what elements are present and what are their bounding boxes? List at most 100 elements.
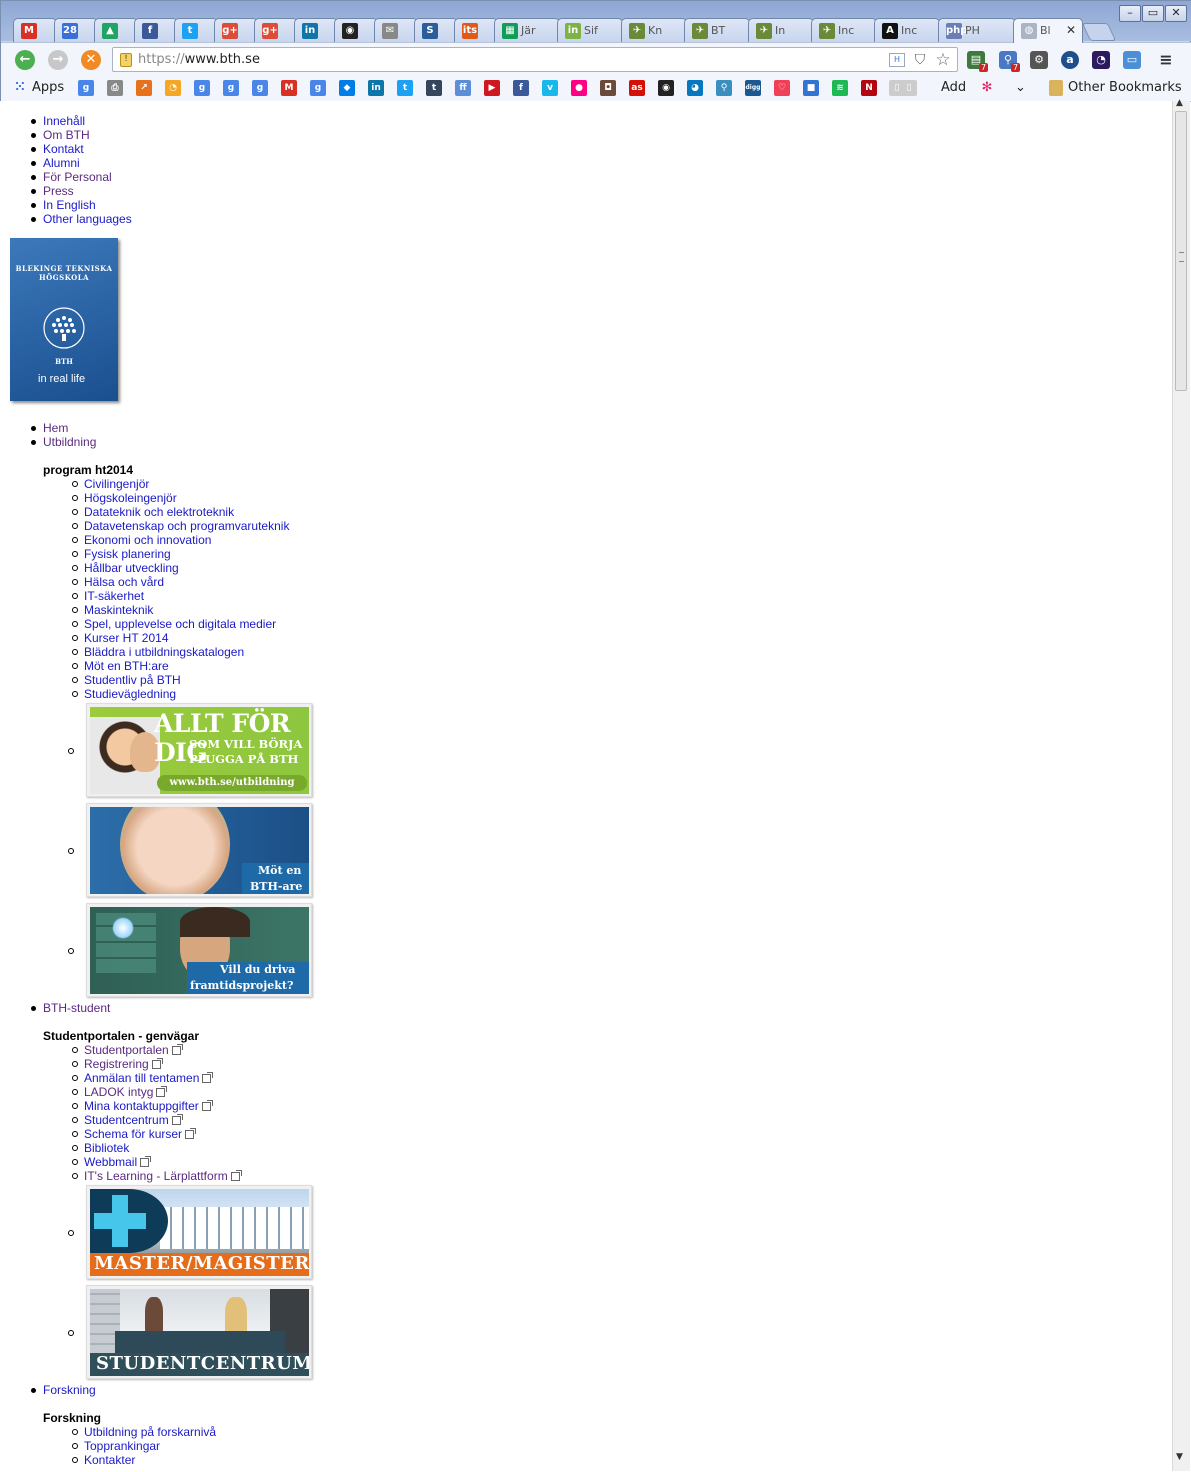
instagram-icon[interactable]: ◘ — [600, 80, 616, 96]
forward-button[interactable]: → — [48, 50, 68, 70]
nav-link-hem[interactable]: Hem — [43, 421, 68, 435]
google-icon[interactable]: g — [223, 80, 239, 96]
program-link[interactable]: Bläddra i utbildningskatalogen — [84, 645, 244, 659]
github-icon[interactable]: ◉ — [658, 80, 674, 96]
top-nav-link[interactable]: Kontakt — [43, 142, 84, 156]
slack-icon[interactable]: ✻ — [979, 80, 995, 96]
student-shortcut-link[interactable]: LADOK intyg — [84, 1085, 153, 1099]
banner-allt-for-dig[interactable]: ALLT FÖR DIG SOM VILL BÖRJA PLUGGA PÅ BT… — [86, 703, 312, 797]
flickr-icon[interactable]: ● — [571, 80, 587, 96]
student-shortcut-link[interactable]: Schema för kurser — [84, 1127, 182, 1141]
digg-icon[interactable]: digg — [745, 80, 761, 96]
program-link[interactable]: Fysisk planering — [84, 547, 171, 561]
chart-icon[interactable]: ⚲ — [716, 80, 732, 96]
browser-tab[interactable]: ✈ In — [748, 18, 814, 42]
other-bookmarks[interactable]: Other Bookmarks — [1068, 80, 1182, 95]
close-tab-icon[interactable]: ✕ — [1066, 23, 1076, 37]
banner-framtidsprojekt[interactable]: Vill du driva framtidsprojekt? — [86, 903, 312, 997]
program-link[interactable]: Hållbar utveckling — [84, 561, 179, 575]
program-link[interactable]: Spel, upplevelse och digitala medier — [84, 617, 276, 631]
top-nav-link[interactable]: Press — [43, 184, 74, 198]
bth-logo[interactable]: BLEKINGE TEKNISKA HÖGSKOLA BTH in real l… — [10, 238, 118, 401]
spotify-icon[interactable]: ≋ — [832, 80, 848, 96]
speedometer-icon[interactable]: ◔ — [1092, 51, 1110, 69]
bookmark-add[interactable]: Add — [941, 80, 966, 95]
program-link[interactable]: Kurser HT 2014 — [84, 631, 169, 645]
delicious-icon[interactable]: ■ — [803, 80, 819, 96]
address-bar[interactable]: ! https://www.bth.se H ⛉ ☆ — [112, 47, 958, 72]
drupal-icon[interactable]: ◕ — [687, 80, 703, 96]
back-button[interactable]: ← — [15, 50, 35, 70]
youtube-icon[interactable]: ▶ — [484, 80, 500, 96]
program-link[interactable]: Datateknik och elektroteknik — [84, 505, 234, 519]
menu-icon[interactable]: ≡ — [1157, 51, 1175, 69]
top-nav-link[interactable]: Other languages — [43, 212, 132, 226]
html-icon[interactable]: H — [889, 53, 905, 67]
program-link[interactable]: IT-säkerhet — [84, 589, 144, 603]
program-link[interactable]: Maskinteknik — [84, 603, 153, 617]
browser-tab[interactable]: S — [414, 18, 458, 42]
top-nav-link[interactable]: Alumni — [43, 156, 80, 170]
browser-tab[interactable]: g+ — [254, 18, 298, 42]
google-icon[interactable]: g — [78, 80, 94, 96]
banner-mot-en-bth-are[interactable]: Möt en BTH-are — [86, 803, 312, 897]
student-shortcut-link[interactable]: Webbmail — [84, 1155, 137, 1169]
student-shortcut-link[interactable]: IT's Learning - Lärplattform — [84, 1169, 228, 1183]
feedly-icon[interactable]: ff — [455, 80, 471, 96]
browser-tab[interactable]: in Sif — [557, 18, 623, 42]
program-link[interactable]: Ekonomi och innovation — [84, 533, 211, 547]
browser-tab[interactable]: ◉ — [334, 18, 378, 42]
vimeo-icon[interactable]: v — [542, 80, 558, 96]
program-link[interactable]: Studentliv på BTH — [84, 673, 181, 687]
chevron-down-icon[interactable]: ⌄ — [1015, 80, 1026, 95]
shield-icon[interactable]: ⛉ — [912, 52, 928, 68]
browser-tab[interactable]: f — [134, 18, 178, 42]
student-shortcut-link[interactable]: Studentcentrum — [84, 1113, 169, 1127]
browser-tab[interactable]: ✈ Inc — [811, 18, 877, 42]
top-nav-link[interactable]: Innehåll — [43, 114, 85, 128]
browser-tab[interactable]: ✉ — [374, 18, 418, 42]
vertical-scrollbar[interactable]: ▲ ▼ — [1172, 98, 1190, 1471]
student-shortcut-link[interactable]: Anmälan till tentamen — [84, 1071, 199, 1085]
close-window-button[interactable]: ✕ — [1165, 5, 1187, 22]
star-icon[interactable]: ☆ — [935, 52, 951, 69]
google-icon[interactable]: g — [310, 80, 326, 96]
browser-tab[interactable]: ✈ Kn — [621, 18, 687, 42]
browser-tab[interactable]: ▲ — [94, 18, 138, 42]
page-icon[interactable]: ▯ — [901, 80, 917, 96]
rss-icon[interactable]: ◔ — [165, 80, 181, 96]
top-nav-link[interactable]: Om BTH — [43, 128, 90, 142]
banner-studentcentrum[interactable]: STUDENTCENTRUM — [86, 1285, 312, 1379]
scroll-thumb[interactable] — [1175, 111, 1187, 391]
browser-tab[interactable]: M — [13, 18, 57, 42]
reload-button[interactable]: ✕ — [81, 50, 101, 70]
research-link[interactable]: Utbildning på forskarnivå — [84, 1425, 216, 1439]
program-link[interactable]: Studievägledning — [84, 687, 176, 701]
research-link[interactable]: Topprankingar — [84, 1439, 160, 1453]
google-icon[interactable]: g — [252, 80, 268, 96]
top-nav-link[interactable]: In English — [43, 198, 96, 212]
nav-link-forskning[interactable]: Forskning — [43, 1383, 96, 1397]
program-link[interactable]: Hälsa och vård — [84, 575, 164, 589]
browser-tab[interactable]: ▦ Jär — [494, 18, 560, 42]
browser-tab[interactable]: ◍ Bl ✕ — [1013, 18, 1083, 43]
student-shortcut-link[interactable]: Bibliotek — [84, 1141, 129, 1155]
program-link[interactable]: Möt en BTH:are — [84, 659, 169, 673]
twitter-icon[interactable]: t — [397, 80, 413, 96]
url-text[interactable]: https://www.bth.se — [138, 52, 260, 67]
scroll-up-icon[interactable]: ▲ — [1176, 98, 1183, 108]
program-link[interactable]: Datavetenskap och programvaruteknik — [84, 519, 289, 533]
program-link[interactable]: Civilingenjör — [84, 477, 149, 491]
pocket-icon[interactable]: ♡ — [774, 80, 790, 96]
browser-tab[interactable]: t — [174, 18, 218, 42]
browser-tab[interactable]: A Inc — [874, 18, 940, 42]
minimize-button[interactable]: – — [1119, 5, 1141, 22]
maximize-button[interactable]: ▭ — [1142, 5, 1164, 22]
lastfm-icon[interactable]: as — [629, 80, 645, 96]
bookmark-apps[interactable]: Apps — [32, 80, 64, 95]
a-circle-icon[interactable]: a — [1061, 51, 1079, 69]
netflix-icon[interactable]: N — [861, 80, 877, 96]
top-nav-link[interactable]: För Personal — [43, 170, 112, 184]
nav-link-bth-student[interactable]: BTH-student — [43, 1001, 110, 1015]
tumblr-icon[interactable]: t — [426, 80, 442, 96]
